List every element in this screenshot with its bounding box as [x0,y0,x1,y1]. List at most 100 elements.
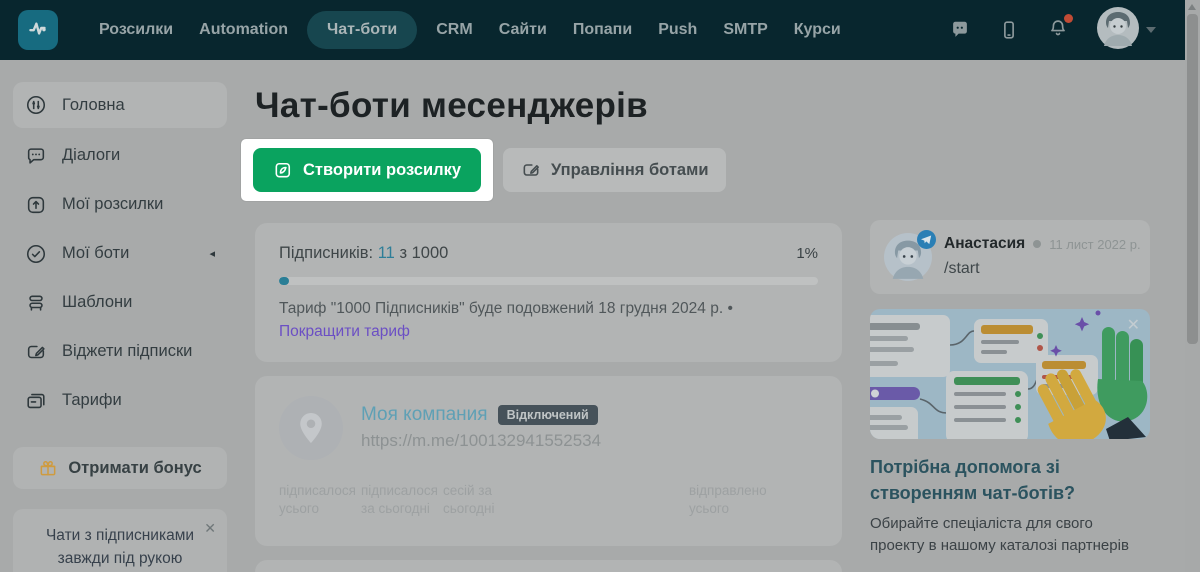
bot-name-link[interactable]: Моя компания [361,404,488,426]
dashboard-icon [26,95,46,115]
next-bot-card-partial [255,559,842,572]
location-pin-icon [300,412,322,443]
nav-item-crm[interactable]: CRM [423,11,485,49]
tariff-line: Тариф "1000 Підписників" буде подовжений… [279,297,818,344]
sidebar-item-label: Тарифи [62,391,122,409]
subscribers-count-line: Підписників: 11 з 1000 [279,244,448,263]
bot-stats-row: підписалося усього підписалося за сьогод… [279,482,818,518]
dialogs-icon [27,147,45,164]
bot-url: https://m.me/100132941552534 [361,431,602,450]
separator-dot: • [727,300,733,317]
account-menu[interactable] [1096,6,1156,55]
bot-avatar [279,395,343,460]
support-chat-icon[interactable] [949,19,971,41]
last-message: /start [944,260,980,277]
subscriber-avatar [884,230,936,281]
progress-fill [279,277,289,285]
manage-bots-button[interactable]: Управління ботами [503,148,727,192]
manage-bots-label: Управління ботами [551,160,709,179]
telegram-icon [917,230,936,254]
sidebar-item-label: Мої розсилки [62,195,164,213]
sidebar-promo-card: ✕ Чати з підписниками завжди під рукою [13,509,227,572]
sidebar-item-pricing[interactable]: Тарифи [13,376,227,425]
nav-item-smtp[interactable]: SMTP [710,11,780,49]
presence-dot [1033,240,1042,248]
compose-icon [275,162,291,178]
nav-item-push[interactable]: Push [645,11,710,49]
right-column: Анастасия 11 лист 2022 р. /start ✕ Потрі… [870,60,1150,572]
collapse-arrow-icon[interactable]: ◂ [209,247,215,260]
tariff-text: Тариф "1000 Підписників" буде подовжений… [279,300,724,317]
mobile-app-icon[interactable] [998,19,1020,41]
close-icon[interactable]: ✕ [1127,315,1140,335]
campaigns-icon [27,196,45,213]
stat-label: підписалося усього [279,482,356,516]
subscribers-count: 11 [377,244,395,262]
get-bonus-button[interactable]: Отримати бонус [13,447,227,489]
sidebar-item-my-campaigns[interactable]: Мої розсилки [13,180,227,229]
subscribers-total: з 1000 [399,244,449,262]
chevron-down-icon [1146,27,1156,33]
partners-illustration-card: ✕ [870,309,1150,439]
bot-card: Моя компания Відключений https://m.me/10… [255,375,842,546]
page-title: Чат-боти месенджерів [255,86,648,125]
subscribers-progress-bar [279,277,818,285]
create-campaign-label: Створити розсилку [303,160,461,179]
usage-percent: 1% [796,245,818,262]
page-scrollbar[interactable] [1185,0,1200,572]
user-avatar [1096,6,1140,55]
main-content: Чат-боти месенджерів Створити розсилку У… [241,60,842,572]
sendpulse-logo[interactable] [18,10,58,50]
nav-item-rozsylky[interactable]: Розсилки [86,11,186,49]
sidebar-item-templates[interactable]: Шаблони [13,278,227,327]
chatbot-flow-illustration [870,310,1148,439]
subscribers-card: Підписників: 11 з 1000 1% Тариф "1000 Пі… [255,223,842,362]
sidebar-item-label: Діалоги [62,146,121,164]
status-badge: Відключений [497,405,598,425]
help-body: Обирайте спеціаліста для свого проекту в… [870,515,1129,554]
sidebar-item-label: Віджети підписки [62,342,193,360]
notifications-bell-icon[interactable] [1047,13,1073,44]
subscribers-label: Підписників: [279,244,374,262]
sidebar-item-dialogs[interactable]: Діалоги [13,131,227,180]
gift-icon [40,460,56,476]
scrollbar-thumb[interactable] [1187,14,1198,344]
nav-item-sites[interactable]: Сайти [486,11,560,49]
stat-label: підписалося за сьогодні [361,482,438,516]
sidebar-item-subscription-widgets[interactable]: Віджети підписки [13,327,227,376]
bonus-label: Отримати бонус [68,458,202,477]
promo-text: Чати з підписниками завжди під рукою [45,527,195,568]
widgets-icon [27,345,45,358]
pulse-icon [25,15,51,46]
chat-date: 11 лист 2022 р. [1049,236,1141,252]
pricing-icon [27,393,45,408]
nav-item-automation[interactable]: Automation [186,11,301,49]
manage-bots-icon [523,164,539,176]
actions-row: Створити розсилку Управління ботами [241,139,842,201]
sidebar-item-label: Головна [62,95,125,114]
close-icon[interactable]: ✕ [204,518,216,539]
sidebar-item-label: Мої боти [62,244,130,262]
sidebar-item-home[interactable]: Головна [13,82,227,128]
nav-item-popups[interactable]: Попапи [560,11,645,49]
stat-label: сесій за сьогодні [443,482,495,516]
nav-menu: Розсилки Automation Чат-боти CRM Сайти П… [86,11,854,49]
navbar-right-icons [949,6,1156,55]
sidebar-item-my-bots[interactable]: Мої боти ◂ [13,229,227,278]
sidebar: Головна Діалоги Мої розсилки Мої боти ◂ … [0,60,240,572]
top-navbar: Розсилки Automation Чат-боти CRM Сайти П… [0,0,1200,60]
tutorial-spotlight: Створити розсилку [241,139,493,201]
notification-badge [1064,13,1073,23]
subscriber-name: Анастасия [944,235,1026,252]
create-campaign-button[interactable]: Створити розсилку [253,148,481,192]
nav-item-chatbots[interactable]: Чат-боти [307,11,418,49]
upgrade-tariff-link[interactable]: Покращити тариф [279,323,410,340]
nav-item-courses[interactable]: Курси [781,11,854,49]
help-title: Потрібна допомога зі створенням чат-боті… [870,457,1076,504]
templates-icon [29,295,43,311]
sidebar-item-label: Шаблони [62,293,133,311]
stat-label: відправлено усього [689,482,767,516]
chat-preview-card[interactable]: Анастасия 11 лист 2022 р. /start [870,220,1150,294]
bots-icon [26,244,46,263]
scroll-up-arrow-icon[interactable] [1188,4,1196,10]
